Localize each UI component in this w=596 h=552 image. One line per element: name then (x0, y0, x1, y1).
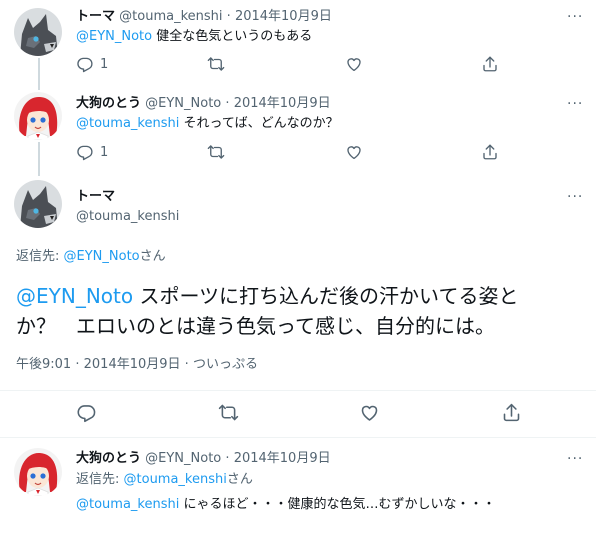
replying-to: 返信先: @EYN_Notoさん (16, 248, 166, 266)
tweet-date[interactable]: 2014年10月9日 (234, 96, 331, 111)
tweet-header: トーマ @touma_kenshi · 2014年10月9日 (76, 8, 332, 26)
handle[interactable]: @touma_kenshi (76, 209, 179, 224)
separator: · (225, 96, 230, 111)
tweet-header: 大狗のとう @EYN_Noto · 2014年10月9日 (76, 95, 331, 113)
red-hair-girl-avatar-icon (14, 448, 62, 496)
display-name[interactable]: 大狗のとう (76, 451, 141, 466)
mention-link[interactable]: @EYN_Noto (16, 284, 133, 308)
reply-count: 1 (100, 56, 109, 72)
retweet-icon (207, 55, 225, 73)
reply-button[interactable]: 1 (76, 143, 108, 161)
reply-button[interactable] (76, 402, 97, 423)
tweet-actions: 1 (76, 55, 586, 77)
reply-icon (76, 402, 97, 423)
like-icon (359, 402, 380, 423)
tweet-date[interactable]: 2014年10月9日 (234, 451, 331, 466)
like-button[interactable] (359, 402, 380, 423)
handle[interactable]: @touma_kenshi (119, 9, 222, 24)
focus-tweet-actions (76, 402, 526, 424)
reply-icon (76, 55, 94, 73)
mention-link[interactable]: @EYN_Noto (76, 29, 152, 44)
thread-line (38, 58, 40, 90)
mention-link[interactable]: @touma_kenshi (76, 497, 179, 512)
more-icon[interactable]: ··· (567, 97, 583, 111)
focus-text-line-2: か？ エロいのとは違う色気って感じ、自分的には。 (16, 314, 495, 338)
focus-text-line-1: @EYN_Noto スポーツに打ち込んだ後の汗かいてる姿と (16, 281, 586, 311)
more-icon[interactable]: ··· (567, 10, 583, 24)
replying-to-handle[interactable]: @EYN_Noto (64, 249, 140, 264)
focus-timestamp-row: 午後9:01 · 2014年10月9日 · ついっぷる (16, 356, 258, 374)
separator: · (225, 451, 230, 466)
replying-to-label: 返信先: (16, 249, 64, 264)
display-name[interactable]: トーマ (76, 189, 115, 204)
avatar[interactable] (14, 8, 62, 56)
client-name[interactable]: ついっぷる (193, 357, 258, 372)
more-icon[interactable]: ··· (567, 190, 583, 204)
like-button[interactable] (345, 55, 363, 73)
red-hair-girl-avatar-icon (14, 92, 62, 140)
gray-wolf-avatar-icon (14, 180, 62, 228)
thread-line (38, 142, 40, 176)
replying-to-suffix: さん (226, 472, 253, 487)
reply-button[interactable]: 1 (76, 55, 108, 73)
handle[interactable]: @EYN_Noto (145, 451, 221, 466)
replying-to: 返信先: @touma_kenshiさん (76, 471, 253, 489)
tweet-body: それってば、どんなのか？ (179, 116, 339, 131)
retweet-icon (218, 402, 239, 423)
tweet-text: @EYN_Noto 健全な色気というのもある (76, 28, 312, 46)
retweet-button[interactable] (207, 143, 225, 161)
separator: · (226, 9, 231, 24)
tweet-text: @touma_kenshi それってば、どんなのか？ (76, 115, 339, 133)
share-button[interactable] (481, 143, 499, 161)
mention-link[interactable]: @touma_kenshi (76, 116, 179, 131)
tweet-body: にゃるほど・・・健康的な色気…むずかしいな・・・ (179, 497, 496, 512)
tweet-body: 健全な色気というのもある (152, 29, 313, 44)
tweet-text: @touma_kenshi にゃるほど・・・健康的な色気…むずかしいな・・・ (76, 496, 496, 514)
divider (0, 437, 596, 438)
focus-display-name-row: トーマ (76, 188, 115, 206)
retweet-button[interactable] (218, 402, 239, 423)
reply-icon (76, 143, 94, 161)
tweet-time[interactable]: 午後9:01 (16, 357, 71, 372)
retweet-icon (207, 143, 225, 161)
divider (0, 390, 596, 391)
avatar[interactable] (14, 448, 62, 496)
display-name[interactable]: 大狗のとう (76, 96, 141, 111)
tweet-actions: 1 (76, 143, 586, 165)
replying-to-handle[interactable]: @touma_kenshi (124, 472, 227, 487)
avatar[interactable] (14, 180, 62, 228)
share-icon (481, 143, 499, 161)
tweet-body: スポーツに打ち込んだ後の汗かいてる姿と (133, 284, 519, 308)
replying-to-label: 返信先: (76, 472, 124, 487)
more-icon[interactable]: ··· (567, 452, 583, 466)
gray-wolf-avatar-icon (14, 8, 62, 56)
display-name[interactable]: トーマ (76, 9, 115, 24)
focus-tweet-text: @EYN_Noto スポーツに打ち込んだ後の汗かいてる姿と か？ エロいのとは違… (16, 281, 586, 341)
like-icon (345, 143, 363, 161)
tweet-date[interactable]: 2014年10月9日 (84, 357, 181, 372)
focus-handle-row: @touma_kenshi (76, 208, 179, 226)
like-icon (345, 55, 363, 73)
avatar[interactable] (14, 92, 62, 140)
handle[interactable]: @EYN_Noto (145, 96, 221, 111)
replying-to-suffix: さん (139, 249, 166, 264)
retweet-button[interactable] (207, 55, 225, 73)
share-button[interactable] (501, 402, 522, 423)
separator: · (75, 357, 80, 372)
reply-count: 1 (100, 144, 109, 160)
share-icon (501, 402, 522, 423)
share-icon (481, 55, 499, 73)
separator: · (184, 357, 189, 372)
share-button[interactable] (481, 55, 499, 73)
tweet-date[interactable]: 2014年10月9日 (235, 9, 332, 24)
like-button[interactable] (345, 143, 363, 161)
tweet-header: 大狗のとう @EYN_Noto · 2014年10月9日 (76, 450, 331, 468)
